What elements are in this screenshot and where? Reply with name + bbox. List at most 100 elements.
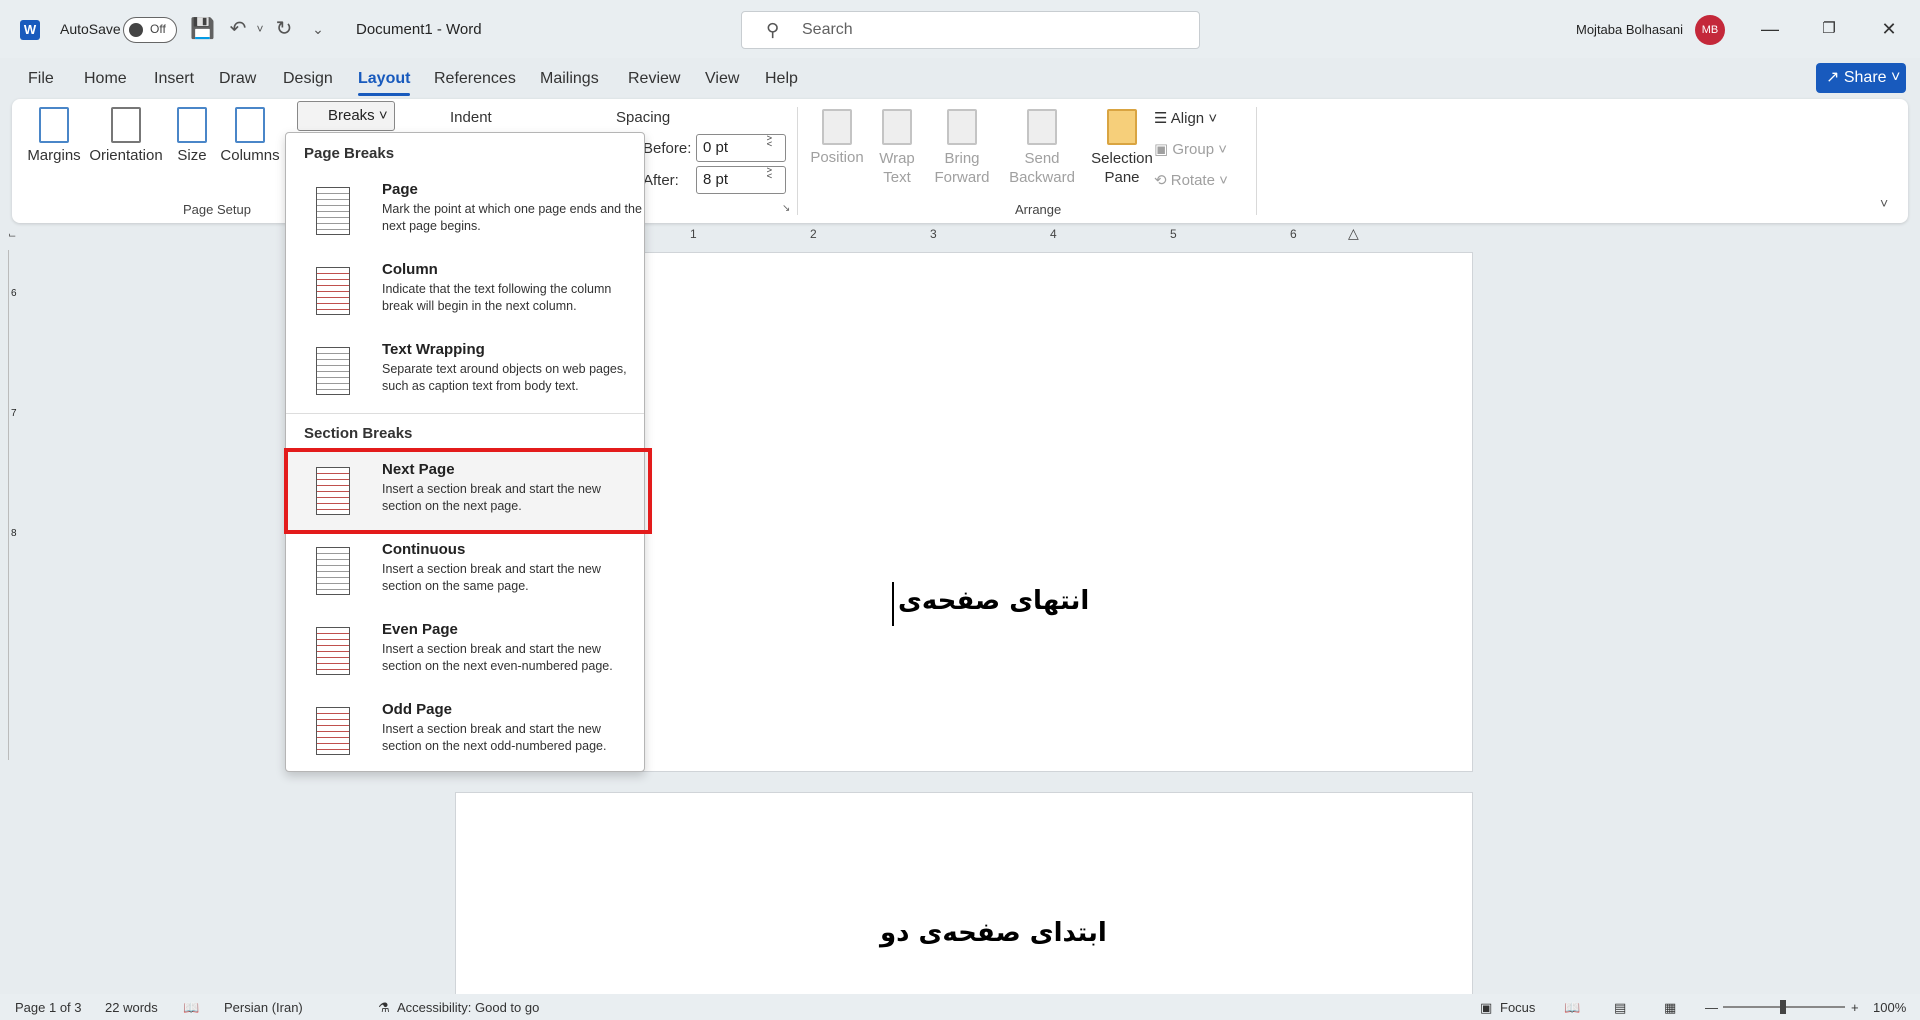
position-button[interactable]: Position (807, 109, 867, 166)
autosave-toggle[interactable]: Off (123, 17, 177, 43)
wrap-text-button[interactable]: Wrap Text (867, 109, 927, 187)
menu-item-title: Text Wrapping (382, 341, 485, 358)
columns-button[interactable]: Columns (218, 107, 282, 164)
send-backward-button[interactable]: Send Backward (1002, 109, 1082, 187)
tab-review[interactable]: Review (628, 70, 680, 88)
spacing-before-input[interactable]: 0 pt (696, 134, 786, 162)
align-button[interactable]: ☰ Align ˅ (1154, 109, 1217, 127)
word-count[interactable]: 22 words (105, 1000, 158, 1015)
status-bar: Page 1 of 3 22 words 📖 Persian (Iran) ⚗ … (0, 994, 1920, 1020)
tab-design[interactable]: Design (283, 70, 333, 88)
zoom-in-icon[interactable]: + (1851, 1000, 1859, 1015)
web-layout-icon[interactable]: ▦ (1664, 1000, 1676, 1016)
columns-label: Columns (220, 147, 280, 164)
ribbon-tabs: File Home Insert Draw Design Layout Refe… (0, 62, 1920, 96)
collapse-ribbon-icon[interactable]: ˅ (1880, 195, 1888, 211)
size-button[interactable]: Size (172, 107, 212, 164)
user-name[interactable]: Mojtaba Bolhasani (1576, 22, 1683, 37)
undo-dropdown-icon[interactable]: ˅ (248, 17, 272, 41)
horizontal-ruler[interactable]: 1 2 3 4 5 6 △ (640, 225, 1480, 245)
selection-pane-button[interactable]: Selection Pane (1084, 109, 1160, 187)
group-label: Group (1172, 141, 1215, 158)
tab-mailings[interactable]: Mailings (540, 70, 599, 88)
menu-item-odd-page[interactable]: Odd Page Insert a section break and star… (287, 691, 644, 771)
undo-icon[interactable]: ↶ (226, 17, 250, 41)
tab-draw[interactable]: Draw (219, 70, 256, 88)
group-button[interactable]: ▣ Group ˅ (1154, 140, 1227, 158)
ruler-tick-label: 8 (11, 528, 17, 539)
page1-text[interactable]: انتهای صفحه‌ی (898, 586, 1089, 616)
margins-button[interactable]: Margins (26, 107, 82, 164)
menu-item-column-break[interactable]: Column Indicate that the text following … (287, 251, 644, 331)
indent-marker-icon[interactable]: △ (1348, 225, 1359, 242)
save-icon[interactable]: 💾 (190, 17, 215, 41)
share-button[interactable]: ↗ Share ˅ (1816, 63, 1906, 93)
ruler-corner-icon[interactable]: ⌙ (8, 230, 16, 241)
share-label: Share (1843, 69, 1887, 86)
group-separator (1256, 107, 1257, 215)
orientation-button[interactable]: Orientation (86, 107, 166, 164)
rotate-label: Rotate (1170, 172, 1215, 189)
menu-divider (286, 413, 644, 414)
size-label: Size (177, 147, 207, 164)
menu-item-page-break[interactable]: Page Mark the point at which one page en… (287, 171, 644, 251)
read-mode-icon[interactable]: 📖 (1564, 1000, 1580, 1016)
tab-view[interactable]: View (705, 70, 739, 88)
bring-forward-button[interactable]: Bring Forward (927, 109, 997, 187)
avatar[interactable]: MB (1695, 15, 1725, 45)
spacing-after-input[interactable]: 8 pt (696, 166, 786, 194)
selection-pane-icon (1107, 109, 1137, 145)
paragraph-dialog-launcher-icon[interactable]: ↘ (782, 203, 790, 214)
document-page-2[interactable] (455, 792, 1473, 1002)
ruler-tick-label: 7 (11, 408, 17, 419)
page2-text[interactable]: ابتدای صفحه‌ی دو (880, 918, 1107, 948)
minimize-icon[interactable]: — (1747, 12, 1793, 46)
autosave-label: AutoSave (60, 21, 121, 37)
document-title: Document1 - Word (356, 21, 482, 38)
menu-item-even-page[interactable]: Even Page Insert a section break and sta… (287, 611, 644, 691)
proofing-icon[interactable]: 📖 (183, 1000, 199, 1016)
tab-references[interactable]: References (434, 70, 516, 88)
breaks-button[interactable]: Breaks ˅ (297, 101, 395, 131)
zoom-out-icon[interactable]: — (1705, 1000, 1718, 1015)
bring-forward-label-2: Forward (934, 169, 990, 186)
vertical-ruler[interactable]: 6 7 8 (8, 250, 22, 760)
wrap-text-label-2: Text (883, 169, 911, 186)
redo-icon[interactable]: ↻ (272, 17, 296, 41)
zoom-level[interactable]: 100% (1873, 1000, 1906, 1015)
close-icon[interactable]: ✕ (1866, 12, 1912, 46)
tab-home[interactable]: Home (84, 70, 127, 88)
focus-button[interactable]: Focus (1500, 1000, 1535, 1015)
menu-item-continuous[interactable]: Continuous Insert a section break and st… (287, 531, 644, 611)
zoom-slider-handle[interactable] (1780, 1000, 1786, 1014)
menu-item-text-wrapping-break[interactable]: Text Wrapping Separate text around objec… (287, 331, 644, 411)
tab-file[interactable]: File (28, 70, 54, 88)
accessibility-status[interactable]: Accessibility: Good to go (397, 1000, 539, 1015)
breaks-label: Breaks (328, 107, 375, 124)
language-indicator[interactable]: Persian (Iran) (224, 1000, 303, 1015)
orientation-label: Orientation (89, 147, 163, 164)
page-count[interactable]: Page 1 of 3 (15, 1000, 82, 1015)
search-placeholder: Search (802, 21, 853, 38)
position-icon (822, 109, 852, 145)
highlight-annotation-frame (284, 448, 652, 534)
orientation-icon (111, 107, 141, 143)
rotate-button[interactable]: ⟲ Rotate ˅ (1154, 171, 1228, 189)
margins-label: Margins (27, 147, 81, 164)
word-app-icon: W (20, 20, 40, 40)
tab-insert[interactable]: Insert (154, 70, 194, 88)
indent-label: Indent (450, 109, 492, 126)
menu-item-title: Odd Page (382, 701, 453, 718)
tab-layout[interactable]: Layout (358, 70, 411, 96)
menu-item-desc: Insert a section break and start the new… (382, 642, 613, 673)
bring-forward-label-1: Bring (944, 150, 980, 167)
spacing-label: Spacing (616, 109, 671, 126)
title-bar: W AutoSave Off 💾 ↶ ˅ ↻ ⌄ Document1 - Wor… (0, 0, 1920, 58)
print-layout-icon[interactable]: ▤ (1614, 1000, 1626, 1016)
bring-forward-icon (947, 109, 977, 145)
section-breaks-header: Section Breaks (304, 425, 413, 442)
restore-icon[interactable]: ❐ (1806, 12, 1852, 46)
tab-help[interactable]: Help (765, 70, 798, 88)
customize-toolbar-icon[interactable]: ⌄ (306, 17, 330, 41)
search-box[interactable]: ⚲ Search (741, 11, 1200, 49)
